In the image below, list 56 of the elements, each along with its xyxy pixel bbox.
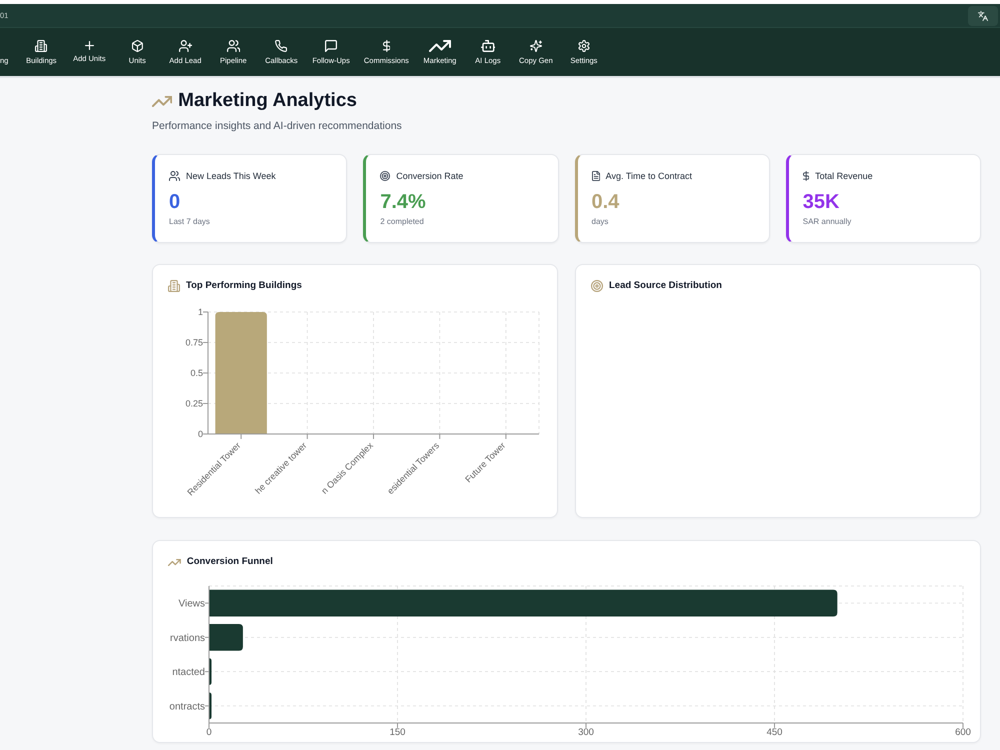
target-icon — [591, 280, 603, 292]
axis-tick-label: 150 — [390, 727, 406, 738]
cube-icon — [132, 40, 143, 52]
speech-bubble-icon — [325, 40, 338, 52]
axis-tick-label: 0.25 — [185, 398, 203, 408]
users-icon — [226, 40, 240, 52]
stat-label: New Leads This Week — [186, 170, 276, 182]
axis-tick-label: 0 — [206, 727, 212, 738]
card-title: Conversion Funnel — [186, 556, 273, 568]
trending-up-icon — [152, 96, 172, 106]
stat-caption: SAR annually — [802, 216, 852, 227]
robot-icon — [480, 40, 496, 52]
translate-icon — [978, 10, 988, 20]
plus-icon — [84, 41, 94, 50]
category-label: rvations — [170, 632, 205, 644]
chart-bar — [209, 692, 212, 720]
card-title: Lead Source Distribution — [609, 280, 722, 292]
sparkle-icon — [530, 40, 542, 52]
stat-label: Conversion Rate — [396, 170, 464, 182]
phone-icon — [275, 40, 288, 52]
axis-tick-label: 1 — [198, 307, 203, 317]
page-title: Marketing Analytics — [178, 89, 357, 113]
stat-label: Total Revenue — [815, 170, 873, 182]
dollar-icon — [382, 40, 390, 52]
translate-button[interactable] — [968, 6, 998, 26]
stat-value: 35K — [802, 190, 840, 214]
stat-caption: days — [592, 216, 610, 227]
stat-value: 7.4% — [380, 190, 427, 214]
building-icon — [168, 280, 180, 292]
stat-label: Avg. Time to Contract — [606, 170, 692, 182]
axis-tick-label: 0 — [198, 429, 203, 439]
axis-tick-label: 0.75 — [185, 338, 203, 348]
document-icon — [592, 171, 600, 181]
card-title: Top Performing Buildings — [186, 280, 302, 292]
category-label: Views — [178, 598, 205, 610]
trending-up-icon — [428, 40, 451, 52]
axis-tick-label: 450 — [766, 727, 782, 738]
chart-bar — [209, 658, 212, 685]
axis-tick-label: 0.5 — [190, 368, 203, 378]
chart-bar — [209, 624, 243, 651]
target-icon — [380, 171, 390, 181]
building-icon — [35, 40, 48, 52]
stat-caption: Last 7 days — [169, 216, 211, 227]
trending-up-icon — [168, 558, 181, 566]
axis-tick-label: 600 — [955, 727, 971, 738]
dollar-icon — [802, 171, 810, 181]
stat-value: 0 — [169, 190, 182, 214]
users-icon — [169, 171, 180, 181]
stat-value: 0.4 — [592, 190, 620, 214]
page-subtitle: Performance insights and AI-driven recommendations — [152, 119, 403, 133]
category-label: ntacted — [172, 667, 205, 678]
category-label: ontracts — [169, 701, 205, 712]
user-plus-icon — [178, 40, 192, 52]
settings-icon — [578, 40, 590, 52]
stat-caption: 2 completed — [380, 216, 425, 227]
axis-tick-label: 300 — [578, 727, 594, 738]
